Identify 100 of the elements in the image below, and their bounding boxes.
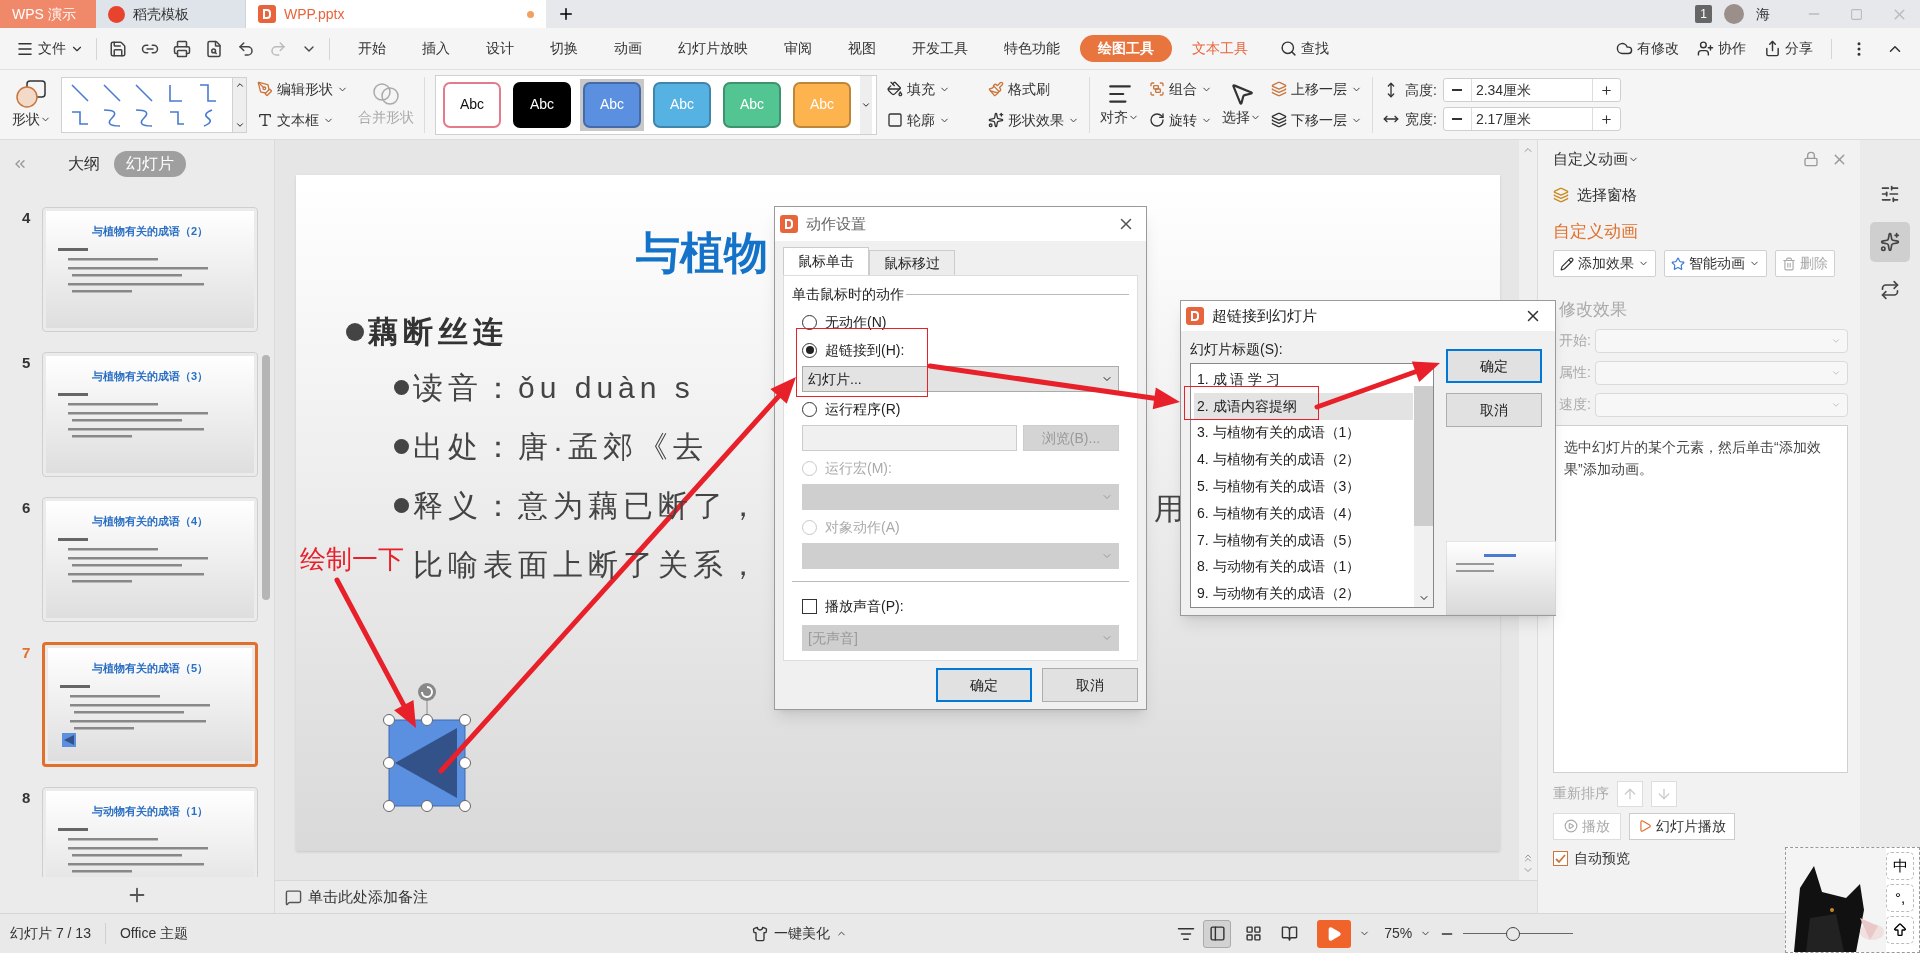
list-item[interactable]: 9. 与动物有关的成语（2） (1194, 580, 1413, 608)
view-button[interactable] (1203, 919, 1232, 948)
scrollbar-thumb[interactable] (262, 355, 270, 600)
ribbon-tab[interactable]: 审阅 (768, 38, 828, 59)
radio-option[interactable]: 无动作(N) (802, 311, 1119, 333)
ok-button[interactable]: 确定 (936, 668, 1032, 702)
view-tab[interactable]: 大纲 (68, 152, 100, 176)
zoom-slider[interactable] (1463, 926, 1574, 941)
selection-pane-link[interactable]: 选择窗格 (1577, 184, 1637, 207)
document-tab[interactable]: 稻壳模板 (96, 0, 246, 28)
outline-button[interactable]: 轮廓 (887, 109, 978, 131)
slide-thumbnail[interactable]: 与动物有关的成语（1） (42, 787, 258, 877)
list-item[interactable]: 2. 成语内容提纲 (1194, 392, 1413, 420)
ribbon-tab[interactable]: 视图 (832, 38, 892, 59)
list-item[interactable]: 4. 与植物有关的成语（2） (1194, 446, 1413, 474)
ribbon-tab[interactable]: 动画 (598, 38, 658, 59)
ribbon-tab[interactable]: 设计 (470, 38, 530, 59)
ribbon-tab[interactable]: 开发工具 (896, 38, 984, 59)
ribbon-tab[interactable]: 开始 (342, 38, 402, 59)
ime-key[interactable] (1886, 916, 1914, 944)
slide-thumbnail[interactable]: 与植物有关的成语（4） (42, 497, 258, 622)
zoom-level[interactable]: 75% (1384, 923, 1413, 944)
play-slideshow-button[interactable] (1317, 919, 1352, 948)
file-menu[interactable]: 文件 (16, 38, 84, 59)
ime-key[interactable]: 中 (1886, 852, 1914, 880)
radio-option[interactable]: 运行程序(R) (802, 398, 1119, 420)
list-item[interactable]: 3. 与植物有关的成语（1） (1194, 419, 1413, 447)
search-button[interactable]: 查找 (1268, 38, 1341, 59)
reorder-label: 重新排序 (1553, 784, 1609, 803)
theme-name[interactable]: Office 主题 (105, 923, 189, 944)
list-item[interactable]: 7. 与植物有关的成语（5） (1194, 526, 1413, 554)
fill-button[interactable]: 填充 (887, 78, 978, 100)
shape-effect-button[interactable]: 形状效果 (988, 109, 1079, 131)
radio-button[interactable] (802, 342, 817, 358)
scrollbar-track[interactable] (1414, 386, 1433, 607)
sparkles-icon (988, 112, 1004, 128)
preview-icon[interactable] (205, 39, 223, 58)
dropdown-field[interactable] (1595, 392, 1848, 417)
pane-button[interactable]: 添加效果 (1553, 250, 1656, 277)
slide-thumbnail[interactable]: 与植物有关的成语（2） (42, 207, 258, 332)
toolbar-button[interactable]: 有修改 (1616, 38, 1679, 59)
previous-slide-icon (1522, 852, 1534, 864)
radio-button[interactable] (802, 401, 817, 417)
bring-forward-button[interactable]: 上移一层 (1271, 78, 1362, 100)
beautify-button[interactable]: 一键美化 (752, 923, 848, 944)
list-item[interactable]: 6. 与植物有关的成语（4） (1194, 499, 1413, 527)
lock-icon[interactable] (1803, 151, 1819, 167)
shape-style-swatch[interactable]: Abc (513, 81, 571, 128)
dropdown-field[interactable] (1595, 328, 1848, 353)
undo-icon[interactable] (237, 39, 255, 58)
list-item[interactable]: 1. 成 语 学 习 (1194, 366, 1413, 393)
toolbar-button[interactable]: 分享 (1764, 38, 1813, 59)
dialog-tab[interactable]: 鼠标单击 (783, 247, 869, 275)
text-box-button[interactable]: 文本框 (257, 109, 348, 131)
slide-text: 比喻表面上断了关系， (412, 546, 763, 583)
slide-heading: 藕断丝连 (368, 313, 508, 351)
scrollbar-thumb[interactable] (1414, 386, 1433, 526)
edit-shape-button[interactable]: 编辑形状 (257, 78, 348, 100)
align-button[interactable]: 对齐 (1100, 81, 1139, 128)
cancel-button[interactable]: 取消 (1042, 668, 1138, 702)
list-item[interactable]: 8. 与动物有关的成语（1） (1194, 553, 1413, 581)
ribbon-tab[interactable]: 特色功能 (988, 38, 1076, 59)
side-panel-button[interactable] (1870, 222, 1910, 262)
size-spinner[interactable]: 2.34厘米 (1442, 78, 1621, 102)
slide-thumbnail[interactable]: 与植物有关的成语（3） (42, 352, 258, 477)
slide-number: 7 (22, 643, 32, 663)
rotate-button[interactable]: 旋转 (1149, 109, 1212, 131)
dialog-tab[interactable]: 鼠标移过 (869, 250, 955, 275)
ribbon-tab[interactable]: 切换 (534, 38, 594, 59)
format-painter-button[interactable]: 格式刷 (988, 78, 1079, 100)
normal-view-icon (1208, 925, 1226, 942)
radio-option[interactable]: 超链接到(H): (802, 339, 1119, 361)
auto-preview-checkbox[interactable]: 自动预览 (1553, 847, 1630, 869)
ime-key[interactable]: °, (1886, 884, 1914, 912)
dropdown-field[interactable] (1595, 360, 1848, 385)
avatar (1724, 4, 1744, 24)
pane-title[interactable]: 自定义动画 (1553, 147, 1628, 171)
toolbar-button[interactable]: 协作 (1697, 38, 1746, 59)
shape-button[interactable]: 形状 (12, 79, 51, 130)
ribbon-tab[interactable]: 幻灯片放映 (662, 38, 764, 59)
notes-placeholder[interactable]: 单击此处添加备注 (308, 885, 428, 909)
ribbon-tab[interactable]: 插入 (406, 38, 466, 59)
select-button[interactable]: 选择 (1222, 81, 1261, 128)
send-backward-button[interactable]: 下移一层 (1271, 109, 1362, 131)
slideshow-button[interactable]: 幻灯片播放 (1629, 812, 1735, 840)
slide-thumbnail[interactable]: 与植物有关的成语（5） (42, 642, 258, 767)
pane-button[interactable]: 智能动画 (1664, 250, 1767, 277)
effects-list[interactable]: 选中幻灯片的某个元素，然后单击“添加效果”添加动画。 (1553, 424, 1848, 773)
save-icon[interactable] (109, 39, 127, 58)
group-button[interactable]: 组合 (1149, 78, 1212, 100)
size-spinner[interactable]: 2.17厘米 (1442, 107, 1621, 131)
swap-icon (1880, 280, 1900, 300)
slide-title-list[interactable]: 1. 成 语 学 习 2. 成语内容提纲 3. 与植物有关的成语（1） 4. 与植物有关的成语（2） 5. 与植物有关的成语（3） 6. 与植物有关的成语（4） 7. 与植物有关的成语（5） 8. 与动物有关的成语（1） 9. 与动物有关的成语（2） (1190, 363, 1434, 608)
shape-style-swatch[interactable]: Abc (443, 81, 501, 128)
list-item[interactable]: 5. 与植物有关的成语（3） (1194, 473, 1413, 500)
cancel-button[interactable]: 取消 (1446, 393, 1542, 427)
star-icon (1671, 256, 1685, 271)
print-icon[interactable] (173, 39, 191, 58)
group-label: 单击鼠标时的动作 (792, 285, 904, 304)
ok-button[interactable]: 确定 (1446, 349, 1542, 383)
